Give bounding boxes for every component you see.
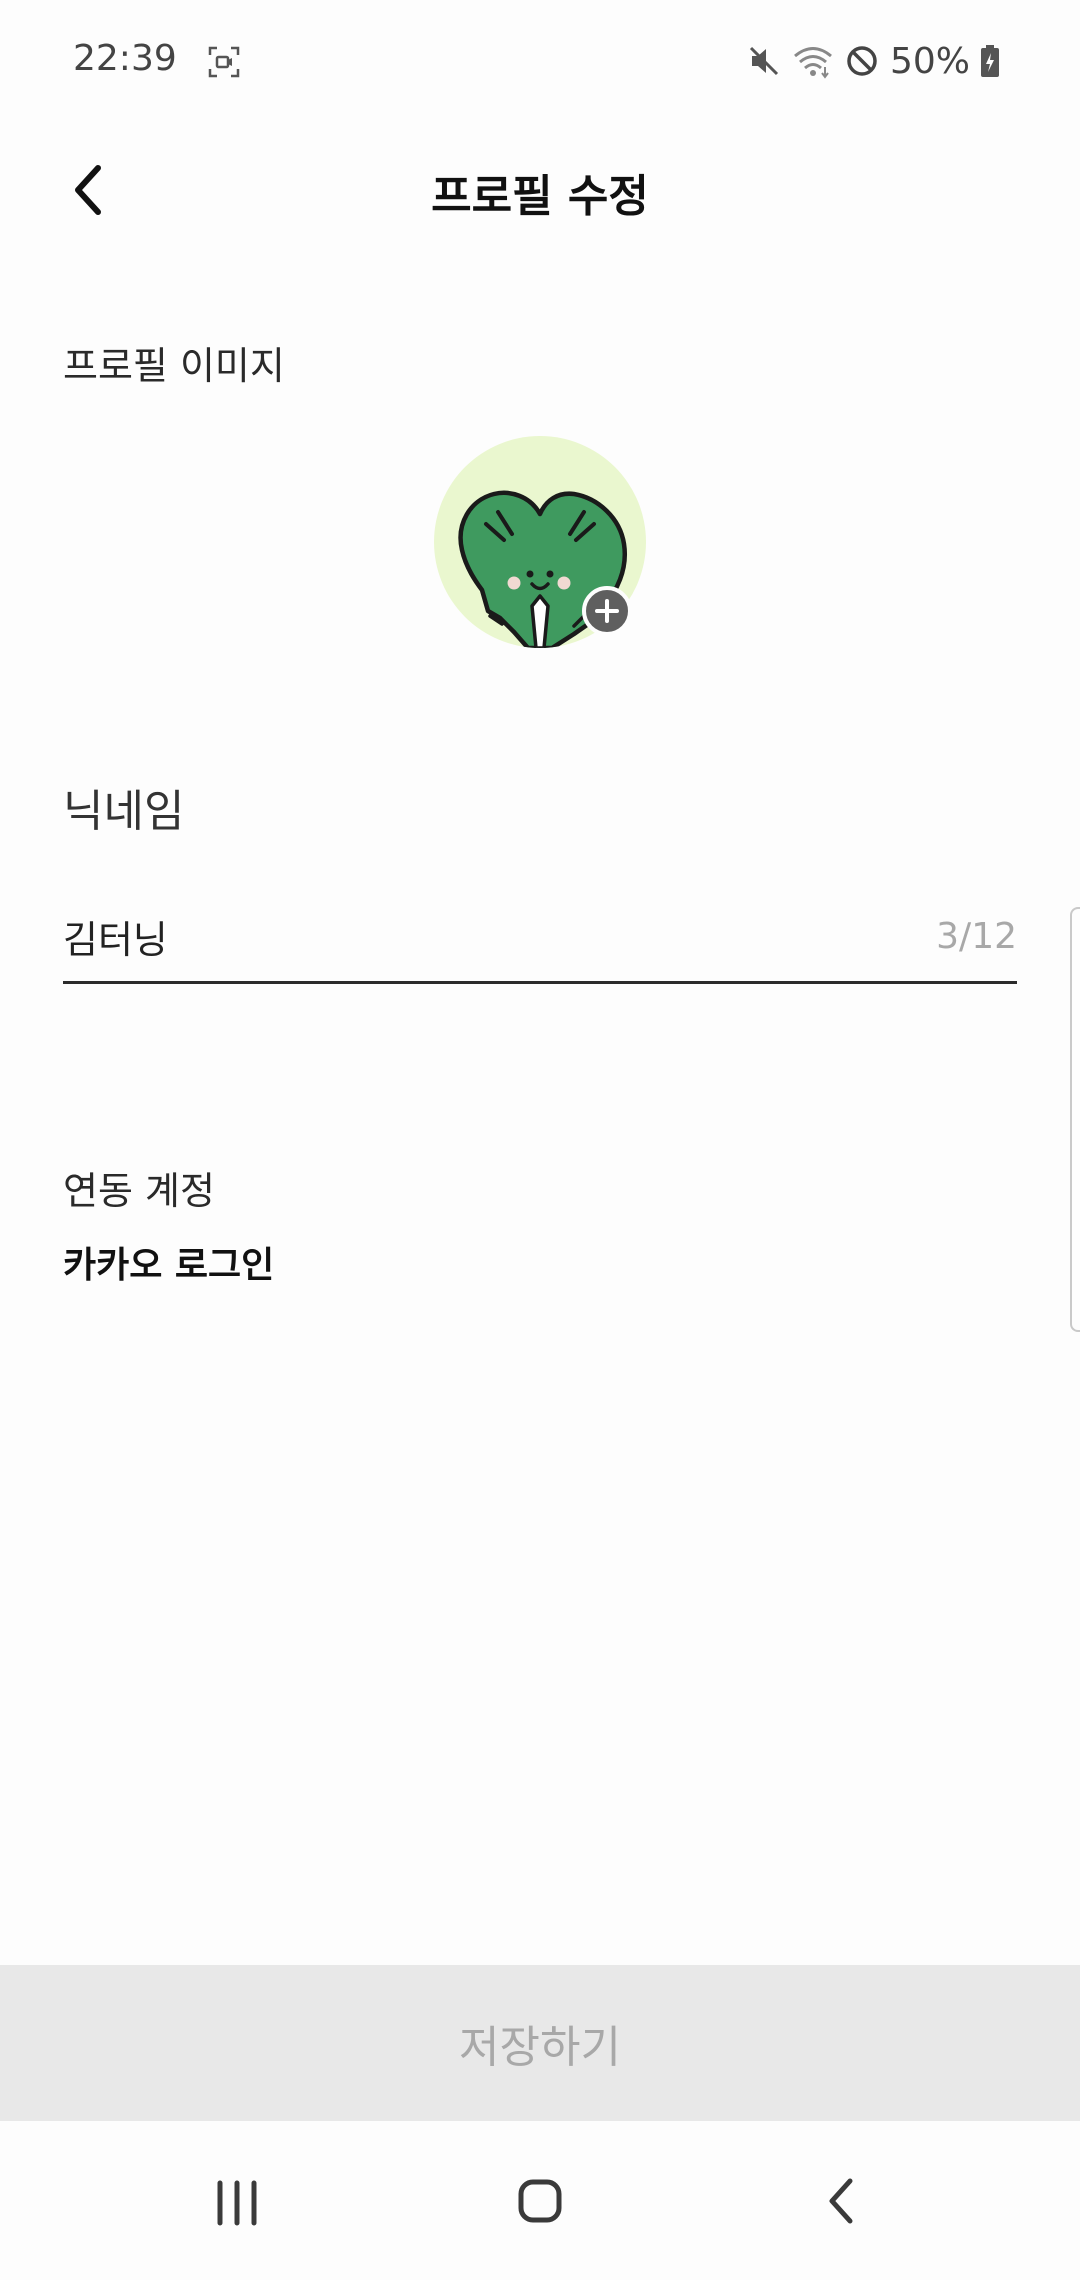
system-back-button[interactable] [810, 2169, 874, 2233]
nickname-input[interactable] [63, 914, 863, 958]
back-icon [829, 2178, 853, 2224]
linked-account-label: 연동 계정 [63, 1169, 215, 1213]
profile-edit-screen: 22:39 50% 프로필 수정 프로필 이미지 닉네임 김터닝 3/12 연동… [0, 0, 1080, 2280]
home-button[interactable] [510, 2171, 570, 2231]
screen-record-icon [207, 45, 241, 79]
recent-apps-button[interactable] [205, 2173, 269, 2233]
mute-icon [746, 43, 782, 79]
app-bar: 프로필 수정 [0, 130, 1080, 250]
status-bar: 22:39 50% [0, 0, 1080, 124]
status-icons: 50% [746, 36, 1000, 86]
save-button[interactable]: 저장하기 [0, 1965, 1080, 2121]
nickname-label: 닉네임 [63, 786, 185, 837]
profile-image-label: 프로필 이미지 [63, 344, 285, 388]
battery-charging-icon [980, 44, 1000, 78]
nickname-field[interactable]: 3/12 [63, 900, 1017, 984]
system-nav-bar [0, 2121, 1080, 2280]
plus-icon [595, 599, 619, 623]
wifi-icon [792, 43, 834, 79]
nickname-char-counter: 3/12 [936, 916, 1017, 957]
add-photo-button[interactable] [582, 586, 632, 636]
do-not-disturb-icon [844, 43, 880, 79]
scroll-handle[interactable] [1070, 907, 1080, 1332]
recent-apps-icon [217, 2180, 257, 2226]
battery-percentage: 50% [889, 40, 970, 82]
linked-account-value: 카카오 로그인 [63, 1245, 275, 1286]
home-icon [518, 2179, 562, 2223]
page-title: 프로필 수정 [431, 171, 649, 222]
status-time: 22:39 [73, 38, 177, 79]
